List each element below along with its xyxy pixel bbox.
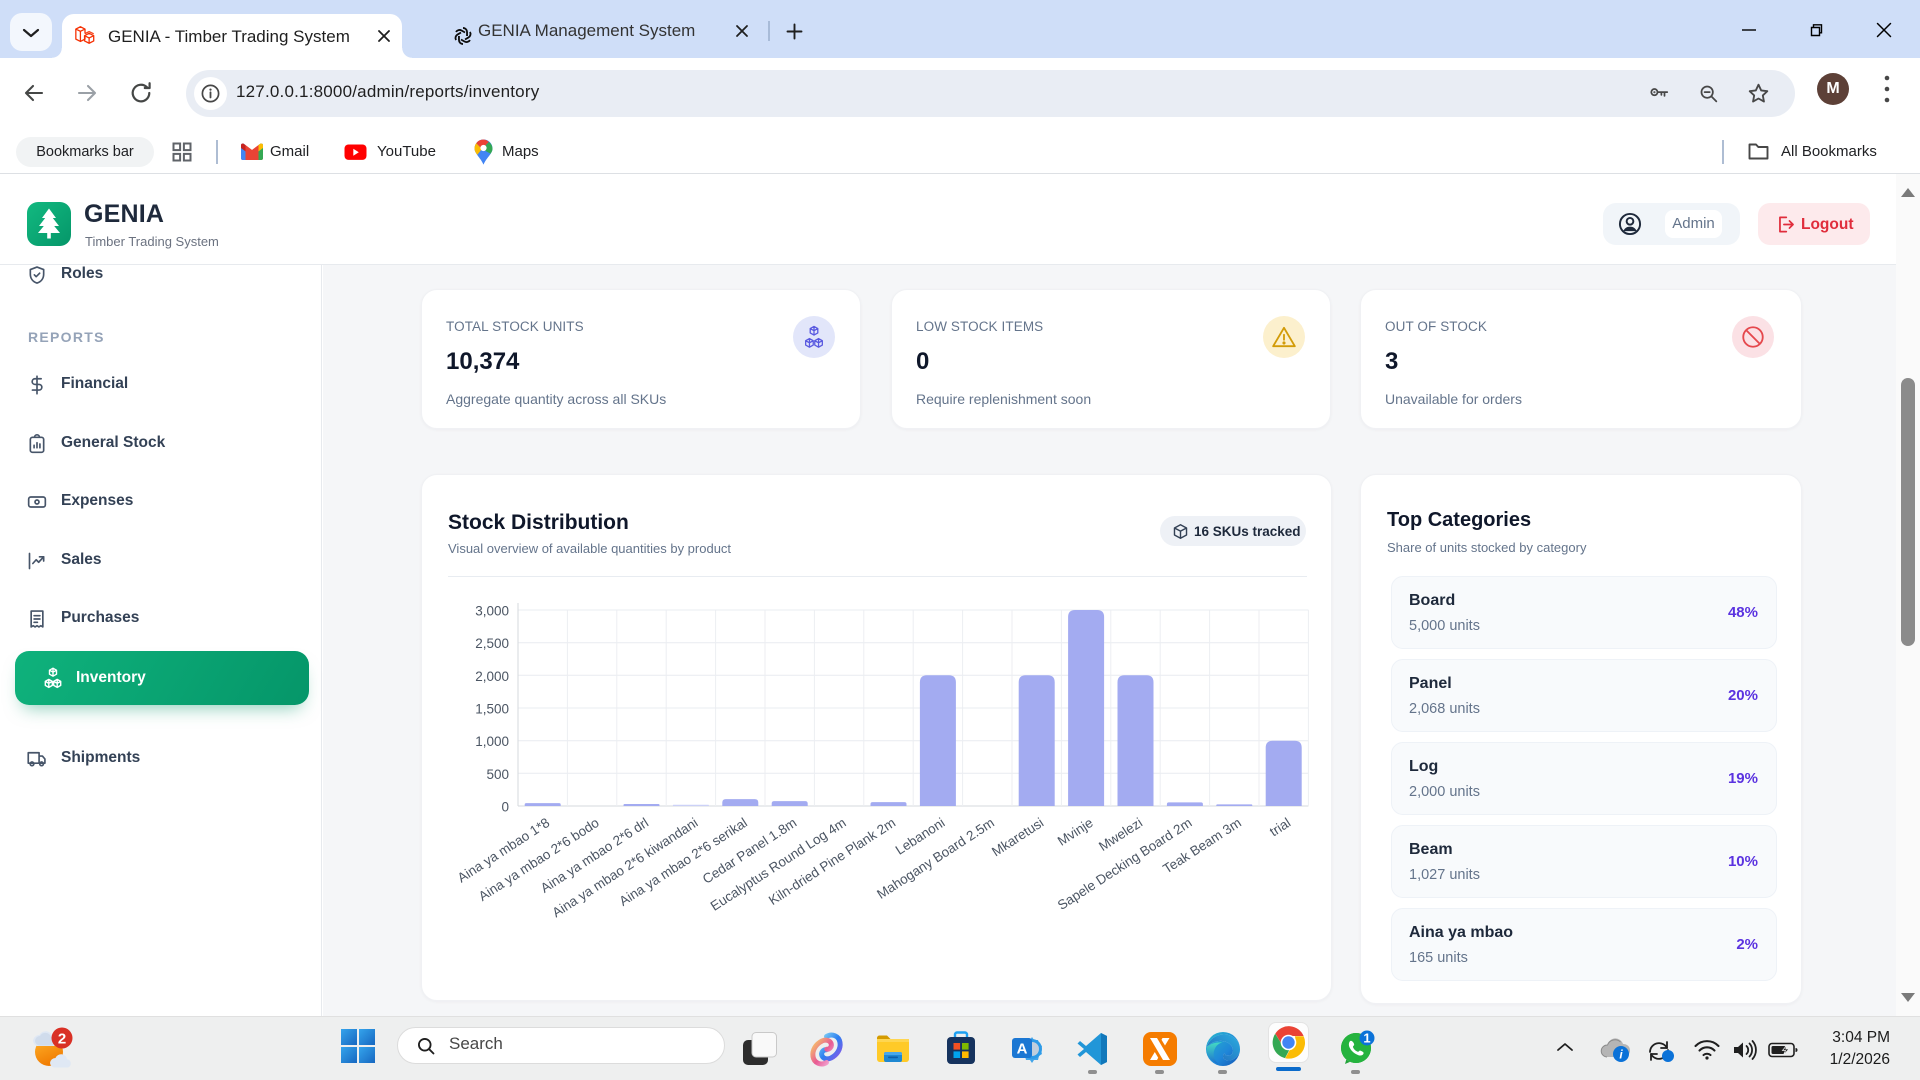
svg-text:2,000: 2,000 — [475, 669, 509, 684]
svg-text:1,500: 1,500 — [475, 702, 509, 717]
svg-text:1: 1 — [1363, 1031, 1370, 1046]
svg-text:500: 500 — [486, 767, 509, 782]
svg-text:2,500: 2,500 — [475, 636, 509, 651]
svg-text:3,000: 3,000 — [475, 604, 509, 619]
svg-text:1,000: 1,000 — [475, 734, 509, 749]
svg-text:2: 2 — [58, 1030, 66, 1047]
svg-text:Mkaretusi: Mkaretusi — [989, 815, 1046, 859]
svg-text:trial: trial — [1267, 815, 1293, 839]
svg-text:A: A — [1017, 1041, 1028, 1058]
svg-text:Mvinje: Mvinje — [1055, 815, 1096, 849]
svg-text:0: 0 — [501, 800, 509, 815]
